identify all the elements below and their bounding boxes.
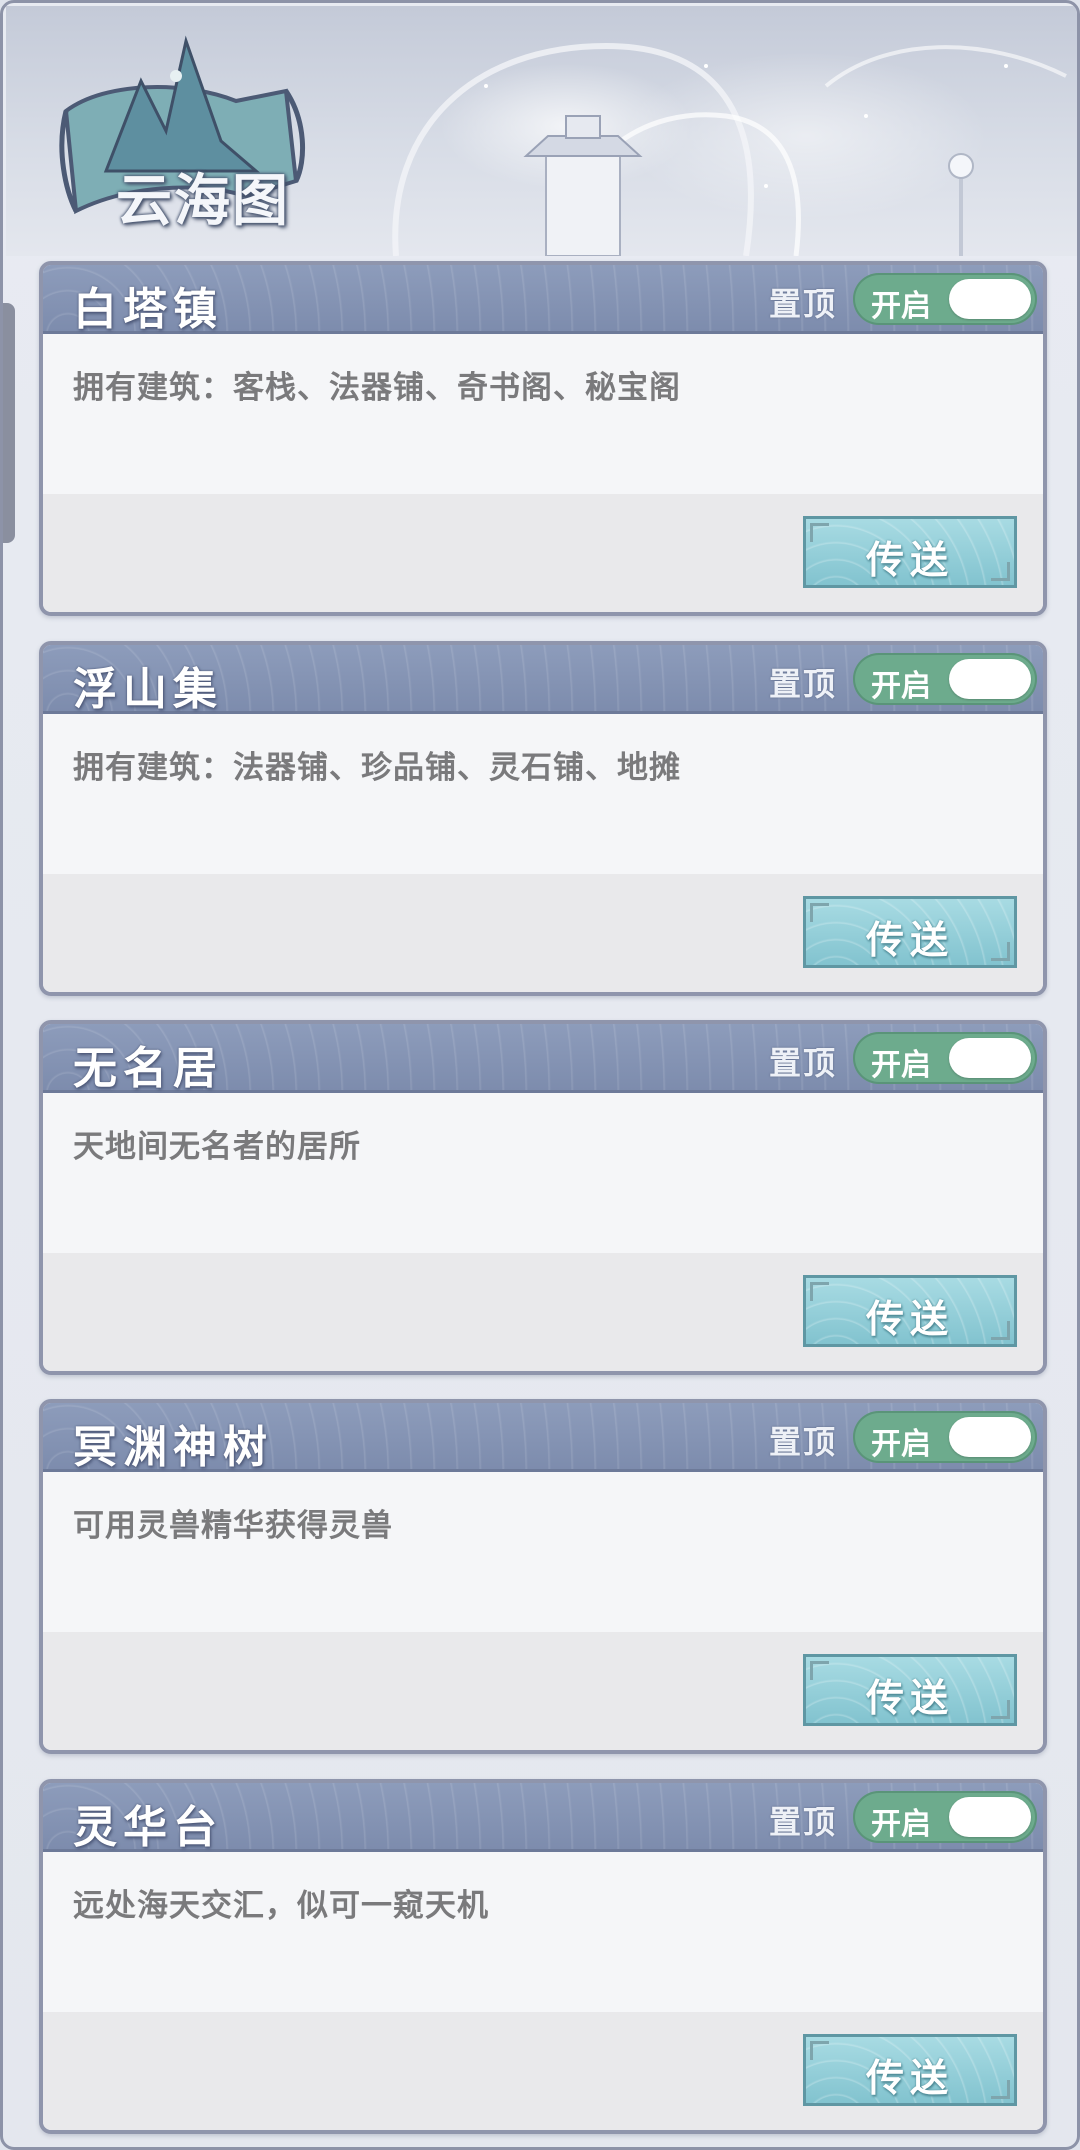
location-card: 灵华台 置顶 开启 远处海天交汇，似可一窥天机 传送 <box>39 1779 1047 2134</box>
header-banner: 云海图 <box>6 6 1077 256</box>
teleport-label: 传送 <box>865 1296 954 1341</box>
card-footer: 传送 <box>43 1632 1043 1750</box>
card-footer: 传送 <box>43 494 1043 612</box>
card-footer: 传送 <box>43 2012 1043 2130</box>
page-title: 云海图 <box>116 168 290 234</box>
location-description: 拥有建筑：客栈、法器铺、奇书阁、秘宝阁 <box>73 370 681 406</box>
toggle-label: 开启 <box>871 1807 931 1842</box>
map-panel: 云海图 白塔镇 置顶 开启 拥有建筑：客栈、法器铺、奇书阁、秘宝阁 传送 浮山集… <box>0 0 1080 2150</box>
pin-to-top-button[interactable]: 置顶 <box>769 659 837 705</box>
card-body: 天地间无名者的居所 <box>43 1093 1043 1253</box>
enable-toggle[interactable]: 开启 <box>853 653 1037 705</box>
location-name: 浮山集 <box>73 664 223 715</box>
enable-toggle[interactable]: 开启 <box>853 273 1037 325</box>
toggle-knob <box>949 1797 1031 1837</box>
side-drawer-handle[interactable] <box>3 303 15 543</box>
teleport-button[interactable]: 传送 <box>803 2034 1017 2106</box>
location-card: 冥渊神树 置顶 开启 可用灵兽精华获得灵兽 传送 <box>39 1399 1047 1754</box>
teleport-label: 传送 <box>865 1675 954 1720</box>
teleport-button[interactable]: 传送 <box>803 896 1017 968</box>
location-name: 白塔镇 <box>73 284 223 335</box>
toggle-label: 开启 <box>871 289 931 324</box>
card-header: 无名居 置顶 开启 <box>43 1024 1043 1094</box>
toggle-knob <box>949 279 1031 319</box>
pin-to-top-button[interactable]: 置顶 <box>769 1797 837 1843</box>
location-description: 拥有建筑：法器铺、珍品铺、灵石铺、地摊 <box>73 750 681 786</box>
card-header: 白塔镇 置顶 开启 <box>43 265 1043 335</box>
enable-toggle[interactable]: 开启 <box>853 1411 1037 1463</box>
toggle-knob <box>949 659 1031 699</box>
card-body: 远处海天交汇，似可一窥天机 <box>43 1852 1043 2012</box>
location-description: 远处海天交汇，似可一窥天机 <box>73 1888 489 1924</box>
pin-to-top-button[interactable]: 置顶 <box>769 279 837 325</box>
location-name: 无名居 <box>73 1043 223 1094</box>
location-description: 天地间无名者的居所 <box>73 1129 361 1165</box>
card-footer: 传送 <box>43 1253 1043 1371</box>
enable-toggle[interactable]: 开启 <box>853 1791 1037 1843</box>
teleport-button[interactable]: 传送 <box>803 516 1017 588</box>
card-body: 可用灵兽精华获得灵兽 <box>43 1472 1043 1632</box>
toggle-label: 开启 <box>871 1048 931 1083</box>
pin-to-top-button[interactable]: 置顶 <box>769 1038 837 1084</box>
teleport-button[interactable]: 传送 <box>803 1275 1017 1347</box>
toggle-label: 开启 <box>871 1427 931 1462</box>
card-body: 拥有建筑：客栈、法器铺、奇书阁、秘宝阁 <box>43 334 1043 494</box>
location-card: 无名居 置顶 开启 天地间无名者的居所 传送 <box>39 1020 1047 1375</box>
teleport-button[interactable]: 传送 <box>803 1654 1017 1726</box>
card-body: 拥有建筑：法器铺、珍品铺、灵石铺、地摊 <box>43 714 1043 874</box>
location-name: 冥渊神树 <box>73 1422 273 1473</box>
enable-toggle[interactable]: 开启 <box>853 1032 1037 1084</box>
teleport-label: 传送 <box>865 2055 954 2100</box>
toggle-knob <box>949 1038 1031 1078</box>
toggle-label: 开启 <box>871 669 931 704</box>
location-description: 可用灵兽精华获得灵兽 <box>73 1508 393 1544</box>
location-name: 灵华台 <box>73 1802 223 1853</box>
toggle-knob <box>949 1417 1031 1457</box>
teleport-label: 传送 <box>865 537 954 582</box>
pin-to-top-button[interactable]: 置顶 <box>769 1417 837 1463</box>
location-card: 白塔镇 置顶 开启 拥有建筑：客栈、法器铺、奇书阁、秘宝阁 传送 <box>39 261 1047 616</box>
card-header: 浮山集 置顶 开启 <box>43 645 1043 715</box>
teleport-label: 传送 <box>865 917 954 962</box>
location-card: 浮山集 置顶 开启 拥有建筑：法器铺、珍品铺、灵石铺、地摊 传送 <box>39 641 1047 996</box>
card-header: 灵华台 置顶 开启 <box>43 1783 1043 1853</box>
card-footer: 传送 <box>43 874 1043 992</box>
card-header: 冥渊神树 置顶 开启 <box>43 1403 1043 1473</box>
